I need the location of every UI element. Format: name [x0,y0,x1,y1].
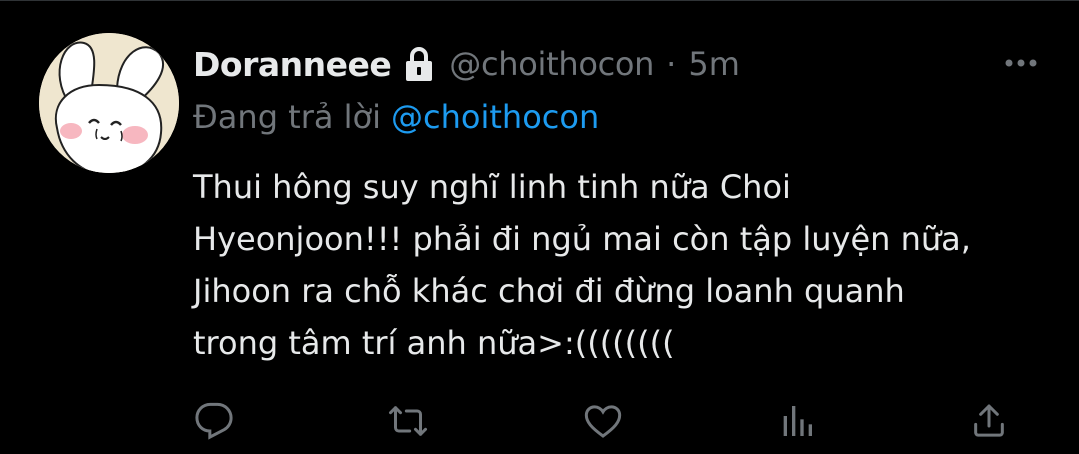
replying-to: Đang trả lời @choithocon [193,95,599,139]
like-icon [584,405,622,438]
retweet-button[interactable] [386,399,430,443]
tweet-text-line: Jihoon ra chỗ khác chơi đi đừng loanh qu… [193,272,905,310]
analytics-button[interactable] [775,399,819,443]
cartoon-bunny-avatar-icon [39,33,179,173]
separator-dot: · [666,45,677,83]
share-icon [974,404,1004,437]
replying-to-handle[interactable]: @choithocon [391,98,599,136]
more-dots-icon[interactable] [1003,53,1039,73]
tweet-card[interactable]: Doranneee @choithocon · 5m Đang trả lời … [0,0,1079,454]
tweet-text-line: trong tâm trí anh nữa>:(((((((( [193,324,675,362]
analytics-icon [783,406,812,436]
reply-button[interactable] [192,399,236,443]
retweet-icon [389,406,427,436]
action-bar [0,399,1079,443]
timestamp[interactable]: 5m [688,45,740,83]
tweet-text-line: Hyeonjoon!!! phải đi ngủ mai còn tập luy… [193,220,971,258]
tweet-text-line: Thui hông suy nghĩ linh tinh nữa Choi [193,168,791,206]
replying-to-label: Đang trả lời [193,98,382,136]
tweet-text: Thui hông suy nghĩ linh tinh nữa Choi Hy… [193,161,1053,369]
tweet-header: Doranneee @choithocon · 5m [193,41,740,87]
reply-icon [195,402,233,440]
like-button[interactable] [581,399,625,443]
share-button[interactable] [967,399,1011,443]
author-handle[interactable]: @choithocon [449,45,654,83]
lock-icon [401,44,437,84]
display-name[interactable]: Doranneee [193,45,392,84]
avatar[interactable] [39,33,179,173]
